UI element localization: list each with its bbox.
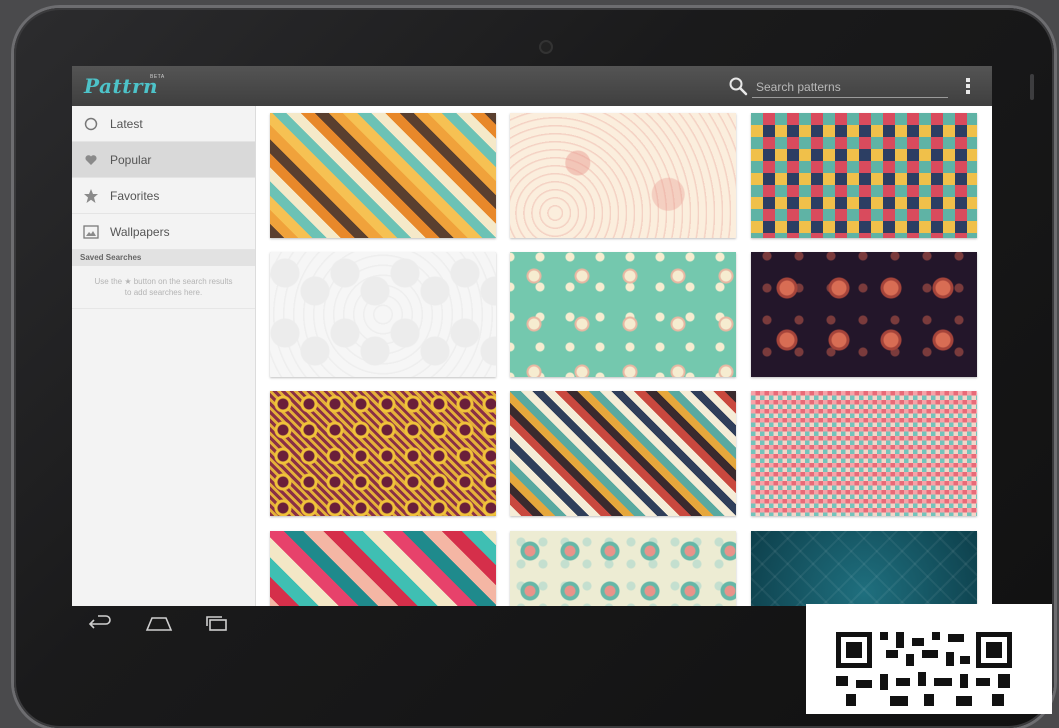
pattern-tile[interactable]	[270, 252, 496, 377]
sidebar-item-popular[interactable]: Popular	[72, 142, 255, 178]
sidebar-item-latest[interactable]: Latest	[72, 106, 255, 142]
sidebar-item-label: Latest	[110, 116, 143, 131]
image-icon	[82, 223, 100, 241]
saved-searches-header: Saved Searches	[72, 250, 255, 266]
pattern-tile[interactable]	[751, 113, 977, 238]
front-camera	[539, 40, 553, 54]
pattern-tile[interactable]	[510, 113, 736, 238]
pattern-tile[interactable]	[510, 391, 736, 516]
recent-apps-icon[interactable]	[202, 614, 232, 634]
search-icon[interactable]	[728, 76, 748, 96]
star-icon	[82, 187, 100, 205]
pattern-tile[interactable]	[751, 252, 977, 377]
action-bar: Pattrn BETA	[72, 66, 992, 106]
search-input[interactable]	[752, 77, 948, 98]
home-icon[interactable]	[144, 614, 174, 634]
pattern-tile[interactable]	[751, 531, 977, 606]
sidebar-item-label: Wallpapers	[110, 224, 170, 239]
pattern-tile[interactable]	[751, 391, 977, 516]
overflow-menu-icon[interactable]	[962, 76, 974, 96]
sidebar-item-wallpapers[interactable]: Wallpapers	[72, 214, 255, 250]
sidebar-item-favorites[interactable]: Favorites	[72, 178, 255, 214]
app-screen: Pattrn BETA Latest Popular Fav	[72, 66, 992, 606]
app-logo: Pattrn	[84, 74, 159, 98]
clock-icon	[82, 115, 100, 133]
pattern-tile[interactable]	[270, 391, 496, 516]
pattern-tile[interactable]	[510, 252, 736, 377]
pattern-grid	[262, 106, 992, 606]
pattern-tile[interactable]	[270, 113, 496, 238]
sidebar-item-label: Popular	[110, 152, 152, 167]
pattern-tile[interactable]	[510, 531, 736, 606]
saved-searches-hint: Use the ★ button on the search results t…	[72, 266, 255, 309]
beta-badge: BETA	[150, 74, 165, 80]
sidebar: Latest Popular Favorites Wallpapers Save…	[72, 106, 256, 606]
qr-code	[806, 604, 1052, 714]
sidebar-item-label: Favorites	[110, 188, 160, 203]
back-icon[interactable]	[86, 614, 116, 634]
heart-icon	[82, 151, 100, 169]
pattern-tile[interactable]	[270, 531, 496, 606]
side-button	[1030, 74, 1034, 100]
